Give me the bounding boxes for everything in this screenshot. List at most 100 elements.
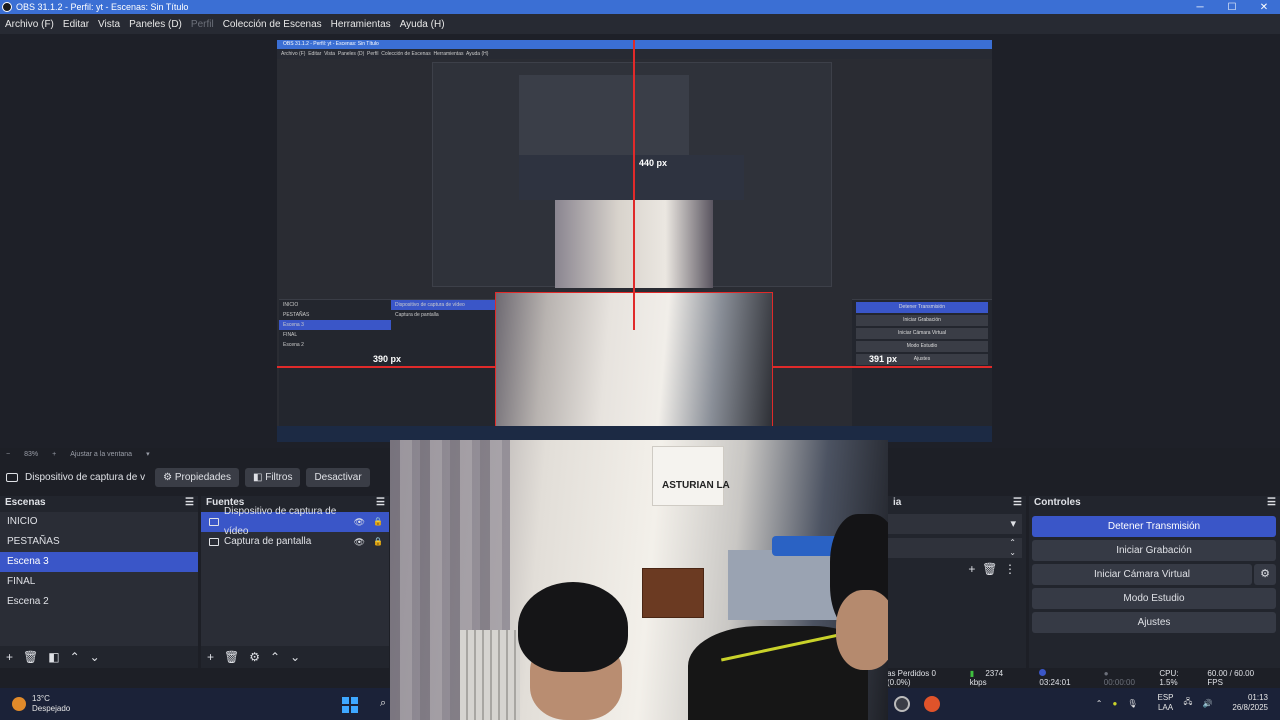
zoom-bar: − 83% + Ajustar a la ventana ▾ (0, 448, 400, 460)
settings-button[interactable]: Ajustes (1032, 612, 1276, 633)
move-down-icon[interactable]: ⌄ (290, 650, 300, 664)
sources-toolbar: + 🗑 ⚙ ⌃ ⌄ (201, 646, 389, 668)
volume-icon[interactable]: 🔊 (1202, 699, 1212, 708)
menu-perfil[interactable]: Perfil (191, 19, 214, 30)
source-item-video-capture[interactable]: Dispositivo de captura de vídeo 👁 🔒 (201, 506, 389, 537)
duration-spinbox[interactable]: ⌃ ⌄ (888, 538, 1022, 558)
menu-ayuda[interactable]: Ayuda (H) (400, 19, 445, 30)
stop-stream-button[interactable]: Detener Transmisión (1032, 516, 1276, 537)
weather-widget[interactable]: 13°C Despejado (0, 694, 330, 714)
guide-line-right (773, 366, 992, 368)
date: 26/8/2025 (1232, 703, 1268, 712)
fps: 60.00 / 60.00 FPS (1207, 669, 1255, 687)
zoom-dropdown[interactable]: ▾ (146, 450, 150, 458)
more-options-icon[interactable]: ⋮ (1004, 562, 1016, 576)
menu-paneles[interactable]: Paneles (D) (129, 19, 182, 30)
clock[interactable]: 01:13 26/8/2025 (1222, 693, 1268, 713)
stream-timer: 03:24:01 (1039, 669, 1094, 687)
menu-editar[interactable]: Editar (63, 19, 89, 30)
scene-item-inicio[interactable]: INICIO (0, 512, 198, 532)
menu-vista[interactable]: Vista (98, 19, 120, 30)
temperature: 13°C (32, 694, 50, 703)
visibility-eye-icon[interactable]: 👁 (354, 512, 365, 532)
mini-scene: Escena 3 (279, 320, 391, 330)
dock-menu-icon[interactable]: ☰ (185, 496, 194, 510)
fit-window-button[interactable]: Ajustar a la ventana (70, 451, 132, 458)
lang: ESP (1157, 693, 1174, 702)
webcam-overlay-feed: ASTURIAN LA (390, 440, 888, 720)
controls-dock: Controles ☰ Detener Transmisión Iniciar G… (1029, 496, 1280, 668)
tray-app-icon[interactable]: ● (1113, 699, 1118, 708)
move-down-icon[interactable]: ⌄ (90, 650, 100, 664)
properties-button[interactable]: ⚙ Propiedades (155, 467, 239, 487)
network-icon[interactable]: 🖧 (1184, 696, 1193, 710)
zoom-out-button[interactable]: − (6, 451, 10, 458)
scene-item-pestanas[interactable]: PESTAÑAS (0, 532, 198, 552)
shirt-text: ASTURIAN LA (662, 480, 730, 491)
deactivate-button[interactable]: Desactivar (306, 467, 370, 487)
add-scene-icon[interactable]: + (6, 650, 13, 664)
rec-timer: ● 00:00:00 (1103, 669, 1135, 687)
weather-icon (12, 697, 26, 711)
windows-start-icon[interactable] (342, 697, 358, 713)
maximize-button[interactable]: ☐ (1216, 2, 1248, 13)
person-left-hair (518, 582, 628, 672)
nightstand (642, 568, 704, 618)
dock-menu-icon[interactable]: ☰ (1013, 496, 1022, 510)
lock-icon[interactable]: 🔒 (373, 532, 383, 552)
scene-item-escena-2[interactable]: Escena 2 (0, 592, 198, 612)
zoom-in-button[interactable]: + (52, 451, 56, 458)
remove-transition-icon[interactable]: 🗑 (982, 562, 997, 576)
source-label: Captura de pantalla (224, 536, 312, 547)
scene-item-final[interactable]: FINAL (0, 572, 198, 592)
firefox-icon[interactable] (924, 696, 940, 712)
menu-bar: Archivo (F) Editar Vista Paneles (D) Per… (0, 14, 1280, 34)
minimize-button[interactable]: ─ (1184, 2, 1216, 13)
visibility-eye-icon[interactable]: 👁 (354, 532, 365, 552)
distance-label-top: 440 px (639, 158, 668, 168)
mini-scene: INICIO (283, 302, 299, 308)
filters-label: Filtros (265, 471, 293, 483)
source-properties-gear-icon[interactable]: ⚙ (249, 650, 260, 664)
obs-taskbar-icon[interactable] (894, 696, 910, 712)
weather-status: Despejado (32, 704, 71, 713)
microphone-icon[interactable]: 🎙 (1127, 699, 1137, 708)
start-recording-button[interactable]: Iniciar Grabación (1032, 540, 1276, 561)
program-preview[interactable]: OBS 31.1.2 - Perfil: yt - Escenas: Sin T… (277, 40, 992, 442)
source-item-screen-capture[interactable]: Captura de pantalla 👁 🔒 (201, 532, 389, 552)
transition-select[interactable]: ▾ (888, 514, 1022, 534)
signal-icon: ▮ (969, 669, 975, 678)
transitions-title: ia (893, 497, 902, 508)
dock-menu-icon[interactable]: ☰ (1267, 496, 1276, 510)
studio-mode-button[interactable]: Modo Estudio (1032, 588, 1276, 609)
remove-source-icon[interactable]: 🗑 (224, 650, 239, 664)
menu-archivo[interactable]: Archivo (F) (5, 19, 54, 30)
menu-coleccion-escenas[interactable]: Colección de Escenas (223, 19, 322, 30)
start-virtual-camera-button[interactable]: Iniciar Cámara Virtual (1032, 564, 1252, 585)
filters-button[interactable]: ◧ Filtros (244, 467, 301, 487)
status-bar: as Perdidos 0 (0.0%) ▮ 2374 kbps 03:24:0… (887, 669, 1280, 687)
preview-area[interactable]: OBS 31.1.2 - Perfil: yt - Escenas: Sin T… (0, 34, 1280, 448)
mini-scene: FINAL (283, 332, 298, 338)
mini-control: Iniciar Cámara Virtual (856, 328, 988, 339)
scene-filters-icon[interactable]: ◧ (48, 650, 59, 664)
add-transition-icon[interactable]: + (968, 562, 975, 576)
tray-chevron-icon[interactable]: ⌃ (1096, 699, 1103, 708)
move-up-icon[interactable]: ⌃ (270, 650, 280, 664)
mini-control: Detener Transmisión (856, 302, 988, 313)
move-up-icon[interactable]: ⌃ (70, 650, 80, 664)
dock-menu-icon[interactable]: ☰ (376, 496, 385, 510)
bitrate-value: 2374 kbps (969, 669, 1004, 687)
language-indicator[interactable]: ESP LAA (1148, 693, 1174, 713)
virtual-camera-settings-gear-icon[interactable]: ⚙ (1254, 564, 1276, 585)
scene-item-escena-3[interactable]: Escena 3 (0, 552, 198, 572)
add-source-icon[interactable]: + (207, 650, 214, 664)
remove-scene-icon[interactable]: 🗑 (23, 650, 38, 664)
person-right-face (836, 590, 888, 670)
menu-herramientas[interactable]: Herramientas (331, 19, 391, 30)
lock-icon[interactable]: 🔒 (373, 512, 383, 532)
camera-icon (6, 472, 18, 482)
search-icon[interactable]: ⌕ (380, 697, 386, 710)
close-button[interactable]: ✕ (1248, 2, 1280, 13)
scenes-toolbar: + 🗑 ◧ ⌃ ⌄ (0, 646, 198, 668)
